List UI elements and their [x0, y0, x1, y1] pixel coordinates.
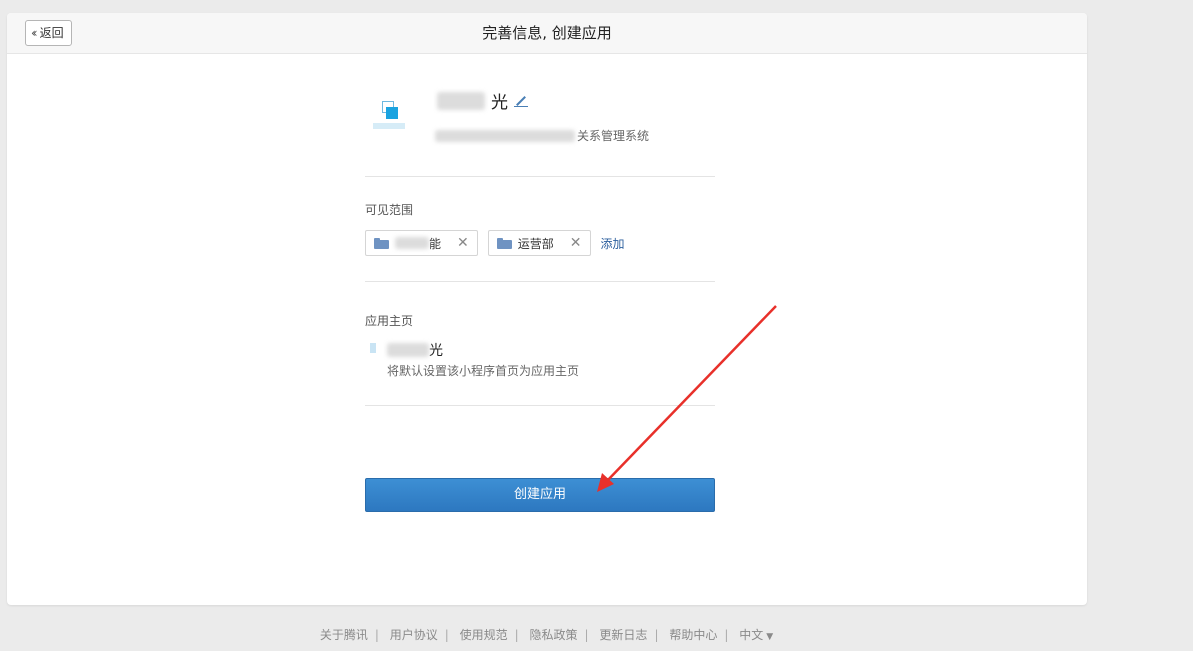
scope-tag: 运营部 ✕	[487, 230, 591, 256]
language-label: 中文	[739, 628, 764, 642]
folder-icon	[374, 237, 389, 249]
app-homepage-section: 应用主页 光 将默认设置该小程序首页为应用主页	[365, 282, 715, 406]
app-description-text: 关系管理系统	[577, 129, 650, 143]
app-description: 关系管理系统	[435, 127, 649, 144]
redacted-text	[395, 237, 429, 249]
redacted-text	[387, 343, 429, 357]
caret-down-icon: ▼	[766, 632, 774, 642]
footer: 关于腾讯 | 用户协议 | 使用规范 | 隐私政策 | 更新日志 | 帮助中心 | 中文 ▼	[319, 628, 774, 642]
add-scope-link[interactable]: 添加	[601, 235, 625, 252]
mini-program-name: 光	[387, 340, 443, 360]
app-info-section: 光 关系管理系统	[365, 41, 715, 177]
redacted-text	[437, 91, 485, 110]
language-select[interactable]: 中文 ▼	[739, 628, 773, 642]
edit-pencil-icon[interactable]	[514, 94, 528, 108]
footer-link-changelog[interactable]: 更新日志	[599, 628, 647, 642]
homepage-label: 应用主页	[365, 314, 414, 328]
mini-program-icon	[367, 342, 379, 356]
scope-tag: 能 ✕	[365, 230, 478, 256]
mini-program-name-text: 光	[429, 343, 443, 359]
scope-label: 可见范围	[365, 203, 414, 217]
close-icon[interactable]: ✕	[457, 235, 469, 251]
create-app-button[interactable]: 创建应用	[365, 478, 715, 512]
scope-tag-label: 能	[429, 236, 442, 251]
folder-icon	[496, 237, 512, 249]
footer-link-privacy[interactable]: 隐私政策	[530, 628, 578, 642]
scope-tags: 能 ✕ 运营部 ✕ 添加	[365, 230, 625, 256]
close-icon[interactable]: ✕	[570, 235, 582, 251]
scope-tag-label: 运营部	[517, 236, 554, 251]
visibility-scope-section: 可见范围 能 ✕ 运营部 ✕ 添加	[365, 177, 715, 282]
app-logo-icon[interactable]	[367, 89, 407, 129]
footer-link-usage-rules[interactable]: 使用规范	[460, 628, 508, 642]
footer-link-about[interactable]: 关于腾讯	[320, 628, 368, 642]
footer-link-user-agreement[interactable]: 用户协议	[390, 628, 438, 642]
footer-link-help[interactable]: 帮助中心	[669, 628, 717, 642]
redacted-text	[435, 129, 575, 142]
homepage-hint: 将默认设置该小程序首页为应用主页	[387, 364, 580, 378]
app-name-text: 光	[491, 93, 508, 113]
form-content: 光 关系管理系统 可见范围 能 ✕ 运营部 ✕ 添加 应用主页 光 将默认设置该…	[365, 41, 715, 406]
app-name: 光	[437, 88, 528, 113]
